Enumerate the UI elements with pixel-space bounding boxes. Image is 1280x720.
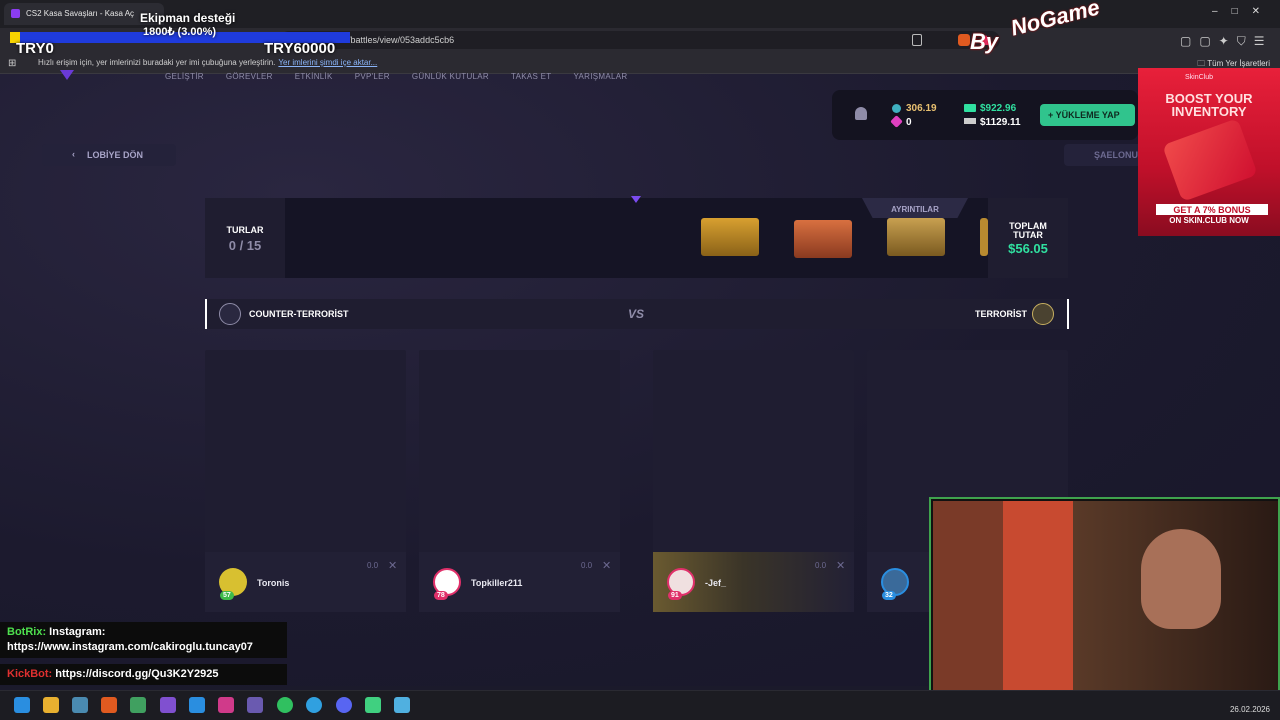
file-explorer-icon[interactable] xyxy=(43,697,59,713)
remove-player-icon[interactable]: ✕ xyxy=(836,559,845,572)
team-left-label: COUNTER-TERRORİST xyxy=(249,309,349,319)
player-name: Topkiller211 xyxy=(471,578,523,588)
chat-text: https://discord.gg/Qu3K2Y2925 xyxy=(55,668,219,680)
taskbar-date: 26.02.2026 xyxy=(1229,705,1270,714)
player-score: 0.0 xyxy=(581,561,593,570)
donation-amount: 1800₺ (3.00%) xyxy=(143,26,217,38)
player-score: 0.0 xyxy=(367,561,379,570)
webcam-overlay xyxy=(929,497,1280,701)
chat-bot-name: KickBot: xyxy=(7,668,53,680)
extension-icons[interactable]: ▢▢✦⛉☰ xyxy=(1180,34,1273,49)
tickets-value: 0 xyxy=(906,117,912,128)
feather-icon[interactable] xyxy=(247,697,263,713)
level-badge: 32 xyxy=(882,591,896,600)
discord-icon[interactable] xyxy=(336,697,352,713)
team-right-label: TERRORİST xyxy=(975,309,1028,319)
nav-item[interactable]: GELİŞTİR xyxy=(165,72,204,81)
rounds-value: 0 / 15 xyxy=(228,238,262,253)
level-badge: 57 xyxy=(220,591,234,600)
brave-browser-icon[interactable] xyxy=(101,697,117,713)
apps-grid-icon[interactable]: ⊞ xyxy=(8,58,16,69)
total-label: TOPLAM TUTAR xyxy=(1009,221,1047,240)
nav-item[interactable]: YARIŞMALAR xyxy=(573,72,627,81)
donation-min: TRY0 xyxy=(16,40,54,57)
webcam-door xyxy=(933,501,1003,697)
address-input[interactable]: skin.club/tr/battles/view/053addc5cb6 xyxy=(280,31,1000,49)
ad-title: BOOST YOUR INVENTORY xyxy=(1165,91,1253,119)
level-badge: 91 xyxy=(668,591,682,600)
window-controls[interactable]: –□✕ xyxy=(1212,6,1274,17)
main-nav[interactable]: GELİŞTİR GÖREVLER ETKİNLİK PVP'LER GÜNLÜK KU… xyxy=(165,72,649,81)
vs-label: VS xyxy=(628,307,645,321)
webcam-wardrobe xyxy=(1003,501,1073,697)
nav-item[interactable]: PVP'LER xyxy=(355,72,390,81)
reader-icon[interactable] xyxy=(912,34,922,46)
player-score: 0.0 xyxy=(815,561,827,570)
import-bookmarks-link[interactable]: Yer imlerini şimdi içe aktar... xyxy=(278,58,377,67)
rounds-label: TURLAR xyxy=(226,225,264,235)
case-item[interactable] xyxy=(794,220,852,258)
ad-bonus: GET A 7% BONUS xyxy=(1156,204,1268,215)
instagram-icon[interactable] xyxy=(218,697,234,713)
rifle-icon xyxy=(964,118,976,124)
obs-icon[interactable] xyxy=(365,697,381,713)
visual-studio-icon[interactable] xyxy=(160,697,176,713)
case-item[interactable] xyxy=(980,218,988,256)
chevron-left-icon: ‹ xyxy=(72,149,75,159)
level-badge: 78 xyxy=(434,591,448,600)
donation-title: Ekipman desteği xyxy=(140,11,236,25)
spotify-icon[interactable] xyxy=(277,697,293,713)
streamer-logo: By NoGame xyxy=(950,0,1115,54)
brand-by: By xyxy=(970,29,999,54)
player-name: -Jef_ xyxy=(705,578,727,588)
remove-player-icon[interactable]: ✕ xyxy=(388,559,397,572)
bookmark-message: Hızlı erişim için, yer imlerinizi burada… xyxy=(38,58,378,67)
chat-message: BotRix: Instagram: https://www.instagram… xyxy=(0,622,287,658)
terrorist-badge-icon xyxy=(1032,303,1054,325)
balance-value: $922.96 xyxy=(980,103,1017,114)
start-icon[interactable] xyxy=(14,697,30,713)
save-battle-button[interactable]: ŞAELONU xyxy=(1064,144,1144,166)
chat-bot-name: BotRix: xyxy=(7,626,47,638)
gems-value: 306.19 xyxy=(906,103,937,114)
player-name: Toronis xyxy=(257,578,290,588)
vscode-icon[interactable] xyxy=(189,697,205,713)
donation-max: TRY60000 xyxy=(264,40,336,57)
photos-icon[interactable] xyxy=(72,697,88,713)
nav-item[interactable]: GÜNLÜK KUTULAR xyxy=(412,72,489,81)
total-value: $56.05 xyxy=(1008,241,1048,256)
notification-bell-icon[interactable] xyxy=(855,107,867,120)
nav-item[interactable]: ETKİNLİK xyxy=(295,72,333,81)
cash-icon xyxy=(964,104,976,112)
case-item[interactable] xyxy=(887,218,945,256)
ad-brand: SkinClub xyxy=(1185,74,1214,81)
notepad-icon[interactable] xyxy=(394,697,410,713)
webcam-person xyxy=(1141,529,1221,629)
chat-message: KickBot: https://discord.gg/Qu3K2Y2925 xyxy=(0,664,287,685)
case-item[interactable] xyxy=(701,218,759,256)
nav-item[interactable]: TAKAS ET xyxy=(511,72,551,81)
current-round-marker xyxy=(631,196,641,203)
back-to-lobby-button[interactable]: ‹ LOBİYE DÖN xyxy=(42,144,176,166)
brand-name: NoGame xyxy=(1008,0,1103,41)
paint-icon[interactable] xyxy=(130,697,146,713)
remove-player-icon[interactable]: ✕ xyxy=(602,559,611,572)
counter-terrorist-badge-icon xyxy=(219,303,241,325)
nav-item[interactable]: GÖREVLER xyxy=(226,72,273,81)
inventory-value: $1129.11 xyxy=(980,117,1021,128)
gem-icon xyxy=(892,104,901,113)
details-button[interactable]: AYRINTILAR xyxy=(862,198,968,218)
telegram-icon[interactable] xyxy=(306,697,322,713)
ad-subtitle: ON SKIN.CLUB NOW xyxy=(1169,216,1249,225)
deposit-button[interactable]: + YÜKLEME YAP xyxy=(1040,104,1135,126)
